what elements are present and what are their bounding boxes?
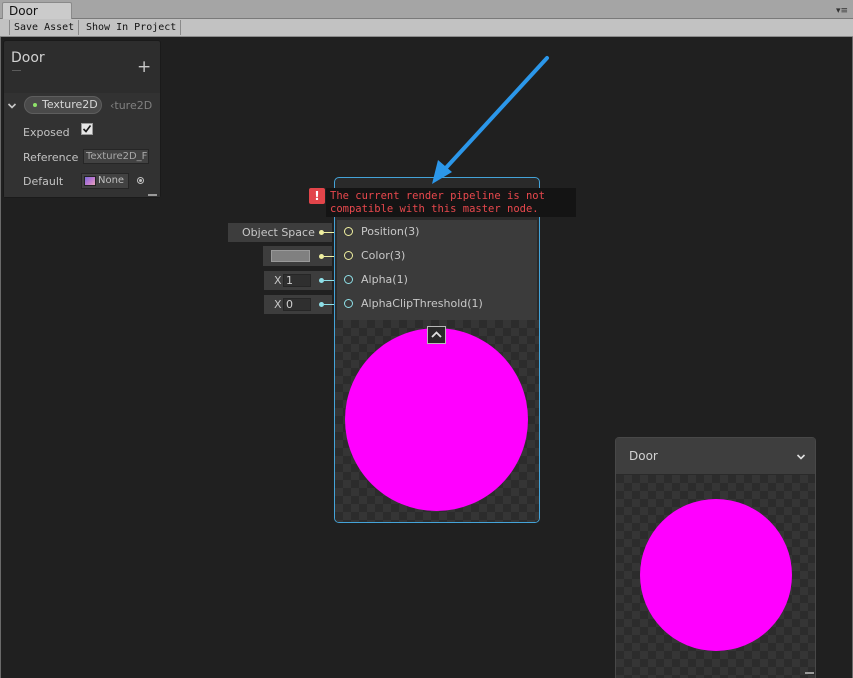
clip-axis-label: X bbox=[274, 298, 282, 311]
blackboard-subtitle bbox=[12, 70, 21, 71]
port-position-label: Position(3) bbox=[361, 225, 420, 238]
preview-resize-handle[interactable] bbox=[805, 672, 814, 674]
chevron-down-icon[interactable] bbox=[796, 452, 806, 462]
port-alpha-label: Alpha(1) bbox=[361, 273, 408, 286]
blackboard-resize-handle[interactable] bbox=[148, 194, 157, 196]
default-texture-field[interactable]: None bbox=[81, 173, 129, 189]
chevron-down-icon[interactable] bbox=[7, 101, 17, 111]
exposed-checkbox[interactable] bbox=[81, 123, 93, 135]
tab-menu-icon[interactable]: ▾≡ bbox=[835, 6, 849, 16]
blackboard-title: Door bbox=[11, 50, 45, 66]
chevron-up-icon bbox=[431, 331, 442, 338]
preview-sphere bbox=[345, 328, 528, 511]
alpha-value-field[interactable]: 1 bbox=[283, 274, 311, 287]
port-alpha-clip-connector[interactable] bbox=[344, 299, 353, 308]
toolbar: Save Asset Show In Project bbox=[0, 19, 853, 37]
master-node-preview bbox=[335, 320, 539, 522]
alpha-axis-label: X bbox=[274, 274, 282, 287]
object-picker-icon[interactable] bbox=[137, 177, 144, 184]
add-property-icon[interactable]: + bbox=[137, 58, 151, 76]
save-asset-button[interactable]: Save Asset bbox=[9, 20, 80, 35]
clip-value-field[interactable]: 0 bbox=[283, 298, 311, 311]
main-preview-header[interactable]: Door bbox=[616, 438, 815, 475]
property-section: Texture2D ‹ture2D Exposed Reference Text… bbox=[4, 93, 160, 197]
error-line-1: The current render pipeline is not bbox=[330, 190, 545, 202]
main-preview-title: Door bbox=[629, 449, 658, 463]
property-type-label: ‹ture2D bbox=[110, 99, 153, 112]
blackboard-panel[interactable]: Door + Texture2D ‹ture2D Exposed Referen… bbox=[3, 40, 161, 198]
port-position-connector[interactable] bbox=[344, 227, 353, 236]
property-type-dot bbox=[33, 103, 37, 107]
checkmark-icon bbox=[82, 125, 92, 133]
main-preview-sphere bbox=[640, 499, 792, 651]
window-tab-door[interactable]: Door bbox=[2, 2, 72, 19]
position-space-input[interactable]: Object Space bbox=[228, 223, 332, 242]
property-name-pill[interactable]: Texture2D bbox=[24, 96, 102, 114]
property-name: Texture2D bbox=[42, 98, 98, 111]
texture-thumbnail-icon bbox=[84, 176, 96, 186]
default-label: Default bbox=[23, 175, 64, 188]
main-preview-body[interactable] bbox=[616, 475, 815, 678]
reference-label: Reference bbox=[23, 151, 79, 164]
main-preview-window[interactable]: Door bbox=[615, 437, 816, 678]
port-color-connector[interactable] bbox=[344, 251, 353, 260]
window-tab-bar: Door ▾≡ bbox=[0, 0, 853, 19]
error-line-2: compatible with this master node. bbox=[330, 203, 539, 215]
color-swatch[interactable] bbox=[271, 250, 310, 262]
port-alpha-connector[interactable] bbox=[344, 275, 353, 284]
port-alpha-clip-label: AlphaClipThreshold(1) bbox=[361, 297, 483, 310]
error-message: The current render pipeline is not compa… bbox=[326, 188, 576, 217]
show-in-project-button[interactable]: Show In Project bbox=[82, 20, 182, 35]
position-space-value: Object Space bbox=[242, 226, 315, 239]
collapse-preview-button[interactable] bbox=[427, 326, 446, 344]
error-icon: ! bbox=[309, 188, 325, 204]
exposed-label: Exposed bbox=[23, 126, 70, 139]
port-color-label: Color(3) bbox=[361, 249, 406, 262]
default-texture-value: None bbox=[98, 175, 125, 186]
reference-input[interactable]: Texture2D_F bbox=[83, 149, 149, 164]
